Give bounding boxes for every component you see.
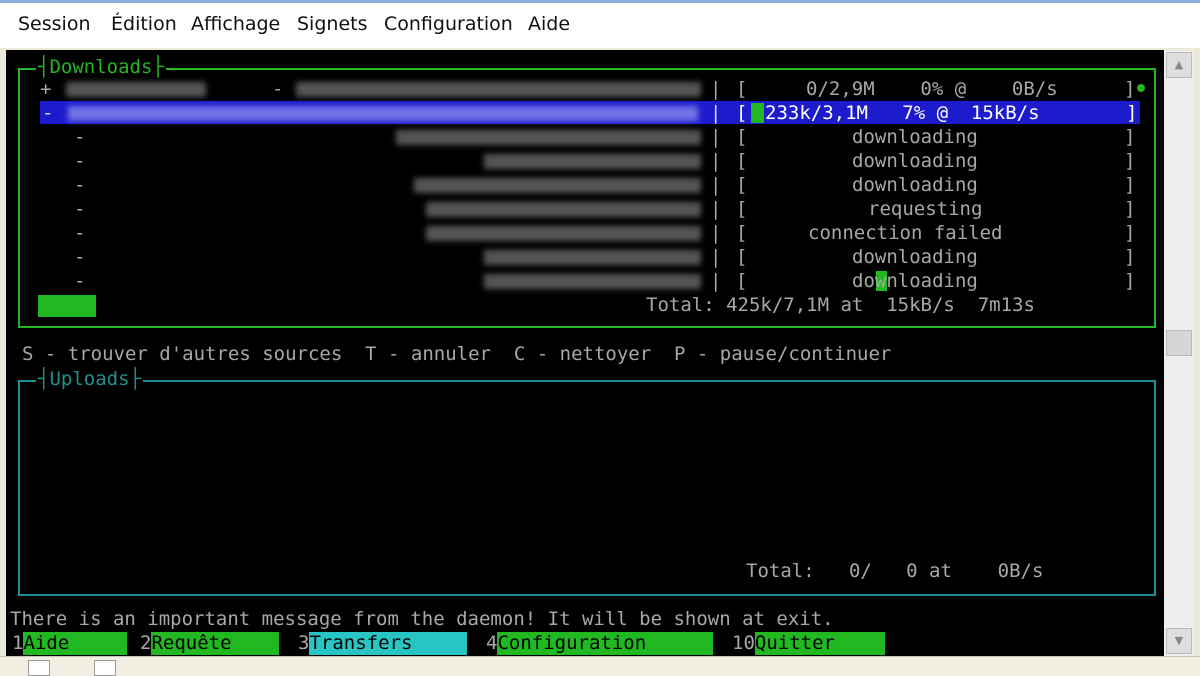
terminal-tab-icon[interactable]: [94, 660, 116, 676]
row-open-bracket: [: [736, 174, 748, 196]
row-status: downloading: [852, 150, 978, 172]
row-dash: -: [272, 78, 284, 100]
row-close-bracket: ]: [1124, 78, 1136, 100]
row-open-bracket: [: [736, 222, 748, 244]
downloads-title: ┤Downloads├: [36, 56, 166, 78]
row-close-bracket: ]: [1124, 246, 1136, 268]
downloads-total: Total: 425k/7,1M at 15kB/s 7m13s: [646, 294, 1035, 316]
row-open-bracket: [: [736, 270, 748, 292]
row-status: downloading: [852, 270, 978, 292]
uploads-total: Total: 0/ 0 at 0B/s: [746, 560, 1044, 582]
column-separator: |: [710, 270, 722, 292]
menu-configuration[interactable]: Configuration: [384, 13, 513, 35]
row-status: downloading: [852, 126, 978, 148]
scroll-thumb[interactable]: [1166, 330, 1192, 356]
row-close-bracket: ]: [1124, 174, 1136, 196]
blurred-filename: [426, 226, 701, 241]
fkey-requete[interactable]: 2Requête: [140, 632, 280, 655]
blurred-filename: [484, 274, 701, 289]
scroll-down-icon[interactable]: ▼: [1166, 628, 1192, 654]
blurred-filename: [396, 130, 701, 145]
row-marker: -: [74, 198, 86, 220]
menu-affichage[interactable]: Affichage: [191, 13, 280, 35]
row-marker: -: [74, 150, 86, 172]
active-indicator-icon: [1137, 84, 1145, 92]
blurred-filename: [68, 106, 698, 121]
menu-signets[interactable]: Signets: [297, 13, 367, 35]
fkey-number: 2: [140, 632, 152, 654]
column-separator: |: [710, 102, 722, 124]
status-bar: [0, 656, 1200, 676]
fkey-number: 3: [298, 632, 310, 654]
row-open-bracket: [: [736, 78, 748, 100]
command-hints: S - trouver d'autres sources T - annuler…: [22, 343, 892, 365]
fkey-label: Requête: [151, 632, 280, 655]
fkey-label: Aide: [23, 632, 128, 655]
menu-bar: Session Édition Affichage Signets Config…: [0, 0, 1200, 48]
row-open-bracket: [: [736, 102, 748, 124]
row-status: requesting: [868, 198, 983, 220]
row-status: connection failed: [808, 222, 1003, 244]
column-separator: |: [710, 198, 722, 220]
column-separator: |: [710, 174, 722, 196]
uploads-title-text: Uploads: [49, 368, 130, 390]
column-separator: |: [710, 222, 722, 244]
scroll-up-icon[interactable]: ▲: [1166, 52, 1192, 78]
fkey-label: Configuration: [497, 632, 714, 655]
blurred-filename: [414, 178, 701, 193]
row-marker: -: [74, 246, 86, 268]
downloads-title-text: Downloads: [49, 56, 153, 78]
row-open-bracket: [: [736, 246, 748, 268]
row-marker: +: [40, 78, 52, 100]
fkey-transfers[interactable]: 3Transfers: [298, 632, 468, 655]
row-close-bracket: ]: [1124, 270, 1136, 292]
row-status: downloading: [852, 174, 978, 196]
blurred-filename: [484, 154, 701, 169]
row-close-bracket: ]: [1126, 102, 1138, 124]
fkey-number: 10: [732, 632, 755, 654]
row-close-bracket: ]: [1124, 198, 1136, 220]
uploads-title: ┤Uploads├: [36, 368, 143, 390]
row-close-bracket: ]: [1124, 126, 1136, 148]
fkey-label: Quitter: [754, 632, 885, 655]
activity-indicator: [38, 295, 96, 317]
row-marker: -: [74, 270, 86, 292]
new-tab-icon[interactable]: [28, 660, 50, 676]
blurred-filename: [66, 82, 206, 97]
menu-edition[interactable]: Édition: [111, 13, 177, 35]
row-open-bracket: [: [736, 126, 748, 148]
progress-fill: [751, 103, 764, 123]
column-separator: |: [710, 78, 722, 100]
row-open-bracket: [: [736, 150, 748, 172]
row-close-bracket: ]: [1124, 150, 1136, 172]
row-marker: -: [74, 222, 86, 244]
column-separator: |: [710, 246, 722, 268]
column-separator: |: [710, 150, 722, 172]
row-status: downloading: [852, 246, 978, 268]
row-status: 233k/3,1M 7% @ 15kB/s: [765, 102, 1040, 124]
menu-session[interactable]: Session: [18, 13, 91, 35]
row-marker: -: [42, 102, 54, 124]
row-marker: -: [74, 174, 86, 196]
menu-aide[interactable]: Aide: [528, 13, 570, 35]
fkey-configuration[interactable]: 4Configuration: [486, 632, 714, 655]
blurred-filename: [484, 250, 701, 265]
row-close-bracket: ]: [1124, 222, 1136, 244]
fkey-label: Transfers: [309, 632, 468, 655]
terminal-scrollbar[interactable]: ▲ ▼: [1164, 50, 1194, 656]
row-open-bracket: [: [736, 198, 748, 220]
blurred-filename: [426, 202, 701, 217]
terminal-screen[interactable]: ┤Downloads├ + - | [ 0/2,9M 0% @ 0B/s ] -…: [6, 50, 1164, 656]
fkey-aide[interactable]: 1Aide: [12, 632, 128, 655]
row-marker: -: [74, 126, 86, 148]
fkey-number: 1: [12, 632, 24, 654]
fkey-quitter[interactable]: 10Quitter: [732, 632, 885, 655]
row-status: 0/2,9M 0% @ 0B/s: [806, 78, 1058, 100]
fkey-number: 4: [486, 632, 498, 654]
daemon-message: There is an important message from the d…: [10, 608, 834, 630]
column-separator: |: [710, 126, 722, 148]
blurred-filename: [296, 82, 701, 97]
